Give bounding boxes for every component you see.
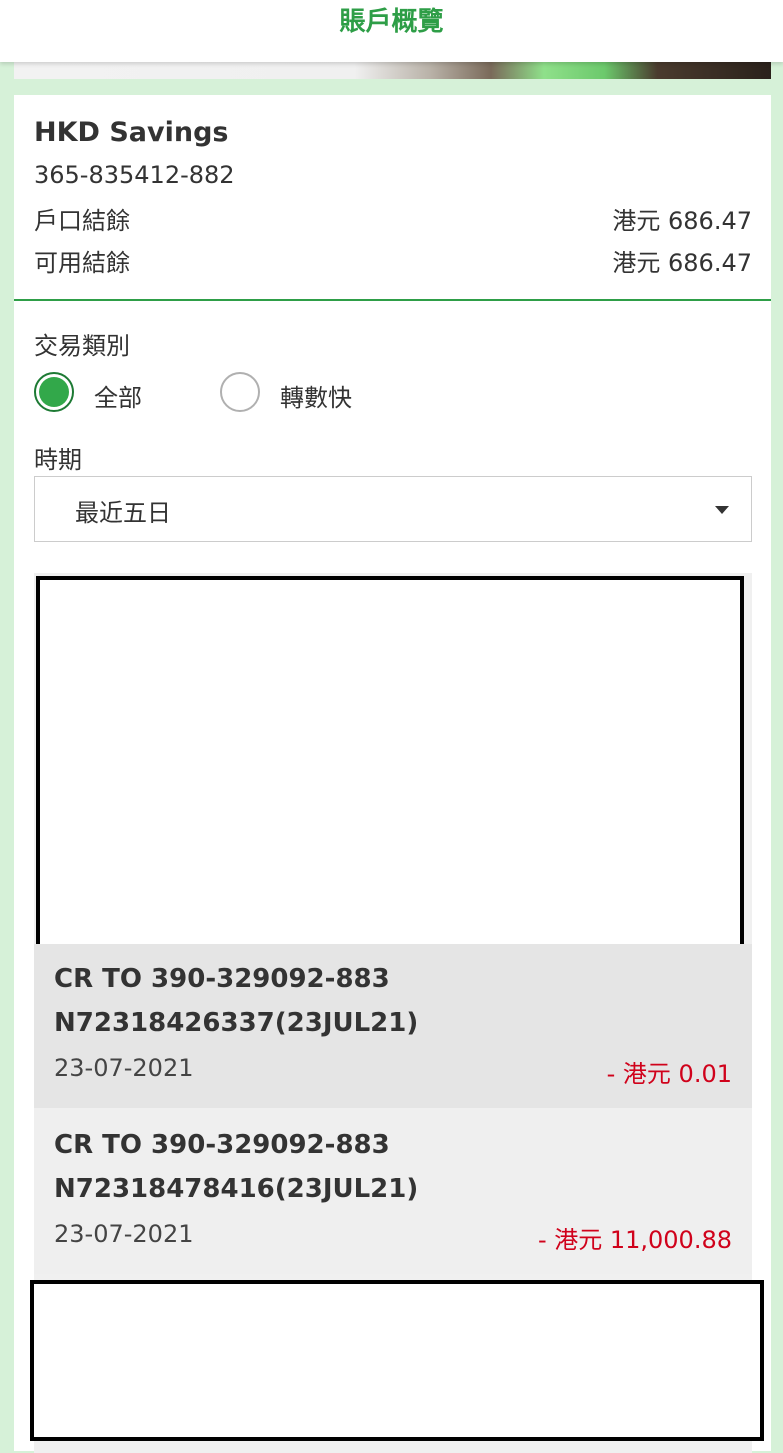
radio-all-label[interactable]: 全部 bbox=[94, 378, 142, 413]
available-balance-value: 港元 686.47 bbox=[612, 249, 752, 277]
radio-fps-label[interactable]: 轉數快 bbox=[280, 378, 352, 413]
available-balance-label: 可用結餘 bbox=[34, 249, 130, 277]
radio-fps[interactable] bbox=[220, 372, 260, 412]
transaction-date: 23-07-2021 bbox=[54, 1054, 194, 1082]
redacted-block bbox=[30, 1280, 764, 1441]
app-header: 賬戶概覽 bbox=[0, 0, 783, 62]
transaction-amount: - 港元 0.01 bbox=[606, 1060, 732, 1088]
redacted-block bbox=[36, 576, 744, 951]
period-label: 時期 bbox=[34, 446, 82, 474]
transaction-reference: N72318478416(23JUL21) bbox=[54, 1174, 419, 1204]
promo-banner[interactable] bbox=[14, 62, 771, 79]
transaction-type-label: 交易類別 bbox=[34, 332, 130, 360]
page-title: 賬戶概覽 bbox=[339, 7, 444, 37]
transaction-row[interactable]: CR TO 390-329092-883 N72318426337(23JUL2… bbox=[34, 944, 752, 1108]
section-divider bbox=[14, 299, 771, 301]
period-select-value: 最近五日 bbox=[75, 499, 171, 527]
account-number: 365-835412-882 bbox=[34, 161, 235, 189]
dropdown-arrow-icon bbox=[715, 506, 729, 514]
radio-selected-dot bbox=[39, 377, 69, 407]
period-select[interactable]: 最近五日 bbox=[34, 476, 752, 542]
transaction-description: CR TO 390-329092-883 bbox=[54, 964, 390, 994]
account-name: HKD Savings bbox=[34, 117, 229, 148]
transaction-date: 23-07-2021 bbox=[54, 1220, 194, 1248]
transaction-reference: N72318426337(23JUL21) bbox=[54, 1008, 419, 1038]
radio-all[interactable] bbox=[34, 372, 74, 412]
account-card: HKD Savings 365-835412-882 戶口結餘 港元 686.4… bbox=[14, 95, 771, 1453]
ledger-balance-value: 港元 686.47 bbox=[612, 207, 752, 235]
available-balance-row: 可用結餘 港元 686.47 bbox=[34, 243, 752, 277]
transaction-description: CR TO 390-329092-883 bbox=[54, 1130, 390, 1160]
ledger-balance-label: 戶口結餘 bbox=[34, 207, 130, 235]
transaction-row[interactable]: CR TO 390-329092-883 N72318478416(23JUL2… bbox=[34, 1110, 752, 1274]
transaction-amount: - 港元 11,000.88 bbox=[537, 1226, 732, 1254]
ledger-balance-row: 戶口結餘 港元 686.47 bbox=[34, 201, 752, 235]
